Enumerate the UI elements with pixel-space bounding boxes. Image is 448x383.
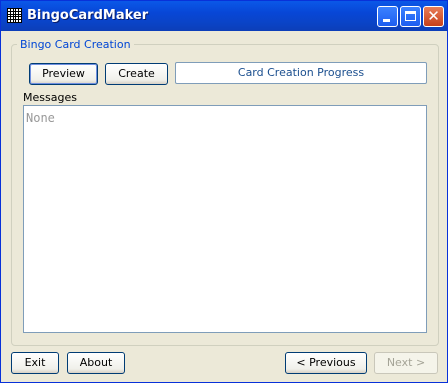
messages-label: Messages	[23, 91, 77, 104]
messages-textarea[interactable]: None	[23, 105, 427, 333]
maximize-icon	[405, 11, 416, 21]
create-button[interactable]: Create	[105, 63, 168, 85]
preview-button[interactable]: Preview	[29, 63, 98, 85]
title-bar[interactable]: BingoCardMaker ✕	[1, 1, 447, 31]
about-button[interactable]: About	[67, 352, 125, 374]
bingo-grid-icon	[7, 8, 22, 23]
card-creation-progress-bar: Card Creation Progress	[175, 62, 427, 84]
exit-button[interactable]: Exit	[11, 352, 59, 374]
maximize-button[interactable]	[400, 6, 421, 27]
next-button[interactable]: Next >	[374, 352, 438, 374]
previous-button[interactable]: < Previous	[285, 352, 367, 374]
minimize-icon	[383, 19, 390, 22]
minimize-button[interactable]	[377, 6, 398, 27]
close-button[interactable]: ✕	[423, 6, 444, 27]
group-label: Bingo Card Creation	[17, 38, 134, 51]
window-title: BingoCardMaker	[27, 8, 149, 23]
close-icon: ✕	[427, 7, 440, 25]
app-window: BingoCardMaker ✕ Bingo Card Creation Pre…	[0, 0, 448, 383]
